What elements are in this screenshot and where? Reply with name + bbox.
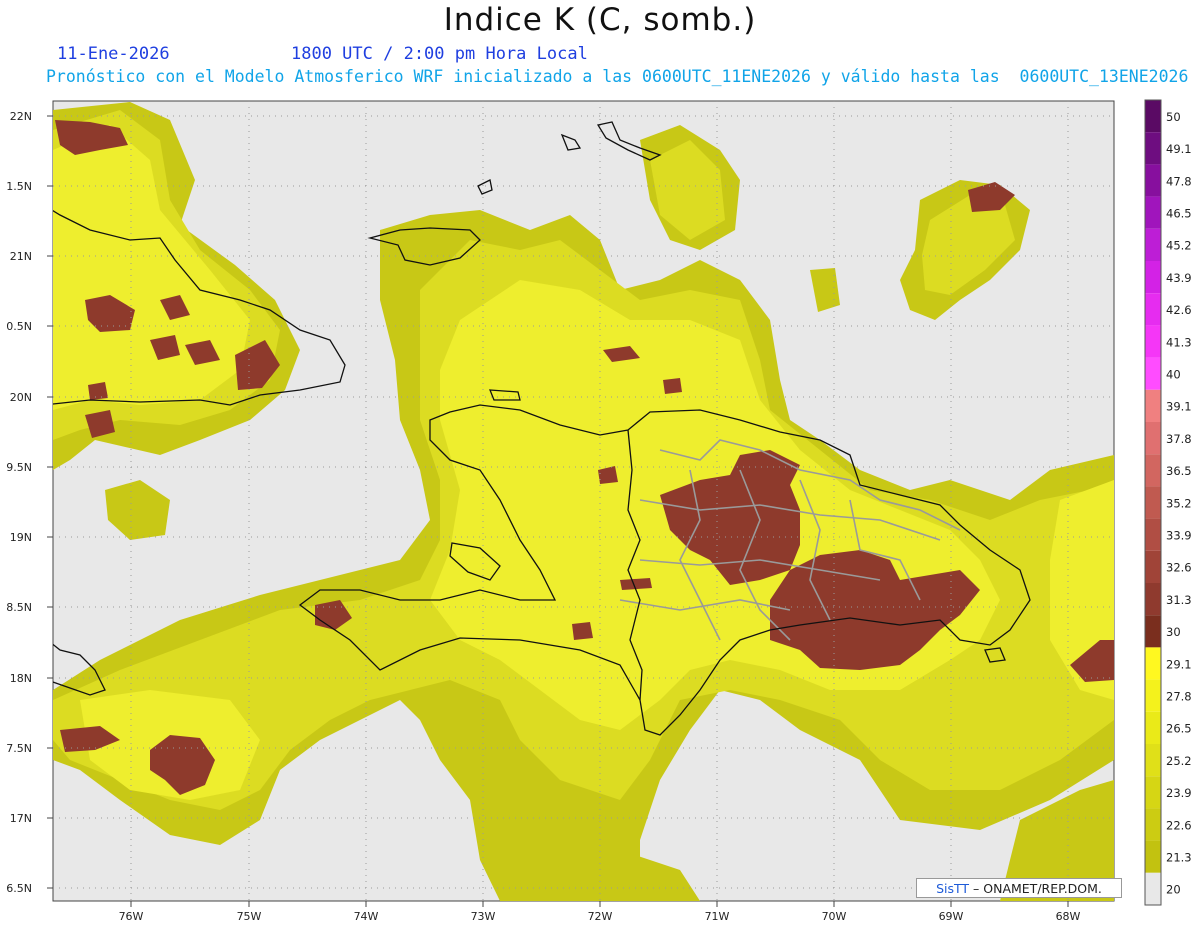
- sistt-logo: SisTT: [936, 881, 970, 896]
- latitude-labels: 22N 1.5N 21N 0.5N 20N 9.5N 19N 8.5N 18N …: [6, 110, 32, 895]
- lat-label: 9.5N: [6, 461, 32, 474]
- colorbar-label: 40: [1166, 368, 1181, 382]
- colorbar-label: 30: [1166, 625, 1181, 639]
- lat-label: 7.5N: [6, 742, 32, 755]
- colorbar-swatch: [1145, 293, 1161, 326]
- colorbar-label: 45.2: [1166, 239, 1192, 253]
- lon-label: 76W: [119, 910, 144, 923]
- colorbar-swatch: [1145, 840, 1161, 873]
- colorbar-label: 33.9: [1166, 529, 1192, 543]
- colorbar-label: 35.2: [1166, 496, 1192, 510]
- colorbar-label: 25.2: [1166, 754, 1192, 768]
- colorbar-swatch: [1145, 486, 1161, 519]
- colorbar-swatch: [1145, 454, 1161, 487]
- k-index-map: 22N 1.5N 21N 0.5N 20N 9.5N 19N 8.5N 18N …: [6, 99, 1192, 923]
- colorbar-label: 41.3: [1166, 335, 1192, 349]
- colorbar-label: 27.8: [1166, 690, 1192, 704]
- colorbar-swatch: [1145, 196, 1161, 229]
- colorbar-label: 50: [1166, 110, 1181, 124]
- colorbar: 50 49.1 47.8 46.5 45.2 43.9 42.6 41.3 40 39.1 37.8…: [1144, 99, 1192, 906]
- colorbar-swatch: [1145, 100, 1161, 133]
- lon-label: 69W: [939, 910, 964, 923]
- colorbar-swatch: [1145, 647, 1161, 680]
- colorbar-label: 42.6: [1166, 303, 1192, 317]
- colorbar-label: 37.8: [1166, 432, 1192, 446]
- colorbar-swatch: [1145, 325, 1161, 358]
- lon-label: 75W: [237, 910, 262, 923]
- colorbar-label: 26.5: [1166, 722, 1192, 736]
- lat-label: 18N: [10, 672, 32, 685]
- colorbar-swatch: [1145, 711, 1161, 744]
- credit-text: – ONAMET/REP.DOM.: [969, 881, 1102, 896]
- lon-label: 74W: [354, 910, 379, 923]
- colorbar-swatch: [1145, 357, 1161, 390]
- colorbar-label: 39.1: [1166, 400, 1192, 414]
- colorbar-swatch: [1145, 808, 1161, 841]
- colorbar-swatch: [1145, 422, 1161, 455]
- colorbar-swatch: [1145, 744, 1161, 777]
- lon-label: 70W: [822, 910, 847, 923]
- lon-label: 71W: [705, 910, 730, 923]
- lat-label: 0.5N: [6, 320, 32, 333]
- colorbar-label: 43.9: [1166, 271, 1192, 285]
- colorbar-swatch: [1145, 228, 1161, 261]
- lat-label: 17N: [10, 812, 32, 825]
- colorbar-label: 32.6: [1166, 561, 1192, 575]
- lat-label: 21N: [10, 250, 32, 263]
- colorbar-label: 31.3: [1166, 593, 1192, 607]
- colorbar-label: 21.3: [1166, 851, 1192, 865]
- colorbar-swatch: [1145, 776, 1161, 809]
- colorbar-label: 49.1: [1166, 142, 1192, 156]
- lat-label: 1.5N: [6, 180, 32, 193]
- lon-label: 72W: [588, 910, 613, 923]
- colorbar-swatch: [1145, 132, 1161, 165]
- colorbar-label: 46.5: [1166, 207, 1192, 221]
- lat-label: 19N: [10, 531, 32, 544]
- colorbar-label: 23.9: [1166, 786, 1192, 800]
- colorbar-swatch: [1145, 679, 1161, 712]
- colorbar-swatch: [1145, 872, 1161, 905]
- lon-label: 73W: [471, 910, 496, 923]
- lat-label: 6.5N: [6, 882, 32, 895]
- colorbar-swatch: [1145, 583, 1161, 616]
- colorbar-label: 22.6: [1166, 818, 1192, 832]
- colorbar-swatch: [1145, 261, 1161, 294]
- lat-label: 8.5N: [6, 601, 32, 614]
- longitude-labels: 76W 75W 74W 73W 72W 71W 70W 69W 68W: [119, 910, 1081, 923]
- lon-label: 68W: [1056, 910, 1081, 923]
- colorbar-swatch: [1145, 550, 1161, 583]
- credit-box: SisTT – ONAMET/REP.DOM.: [916, 878, 1122, 898]
- colorbar-swatch: [1145, 615, 1161, 648]
- colorbar-label: 20: [1166, 883, 1181, 897]
- colorbar-label: 36.5: [1166, 464, 1192, 478]
- colorbar-swatch: [1145, 518, 1161, 551]
- lat-label: 20N: [10, 391, 32, 404]
- lat-label: 22N: [10, 110, 32, 123]
- colorbar-swatch: [1145, 389, 1161, 422]
- colorbar-label: 29.1: [1166, 657, 1192, 671]
- colorbar-label: 47.8: [1166, 174, 1192, 188]
- colorbar-swatch: [1145, 164, 1161, 197]
